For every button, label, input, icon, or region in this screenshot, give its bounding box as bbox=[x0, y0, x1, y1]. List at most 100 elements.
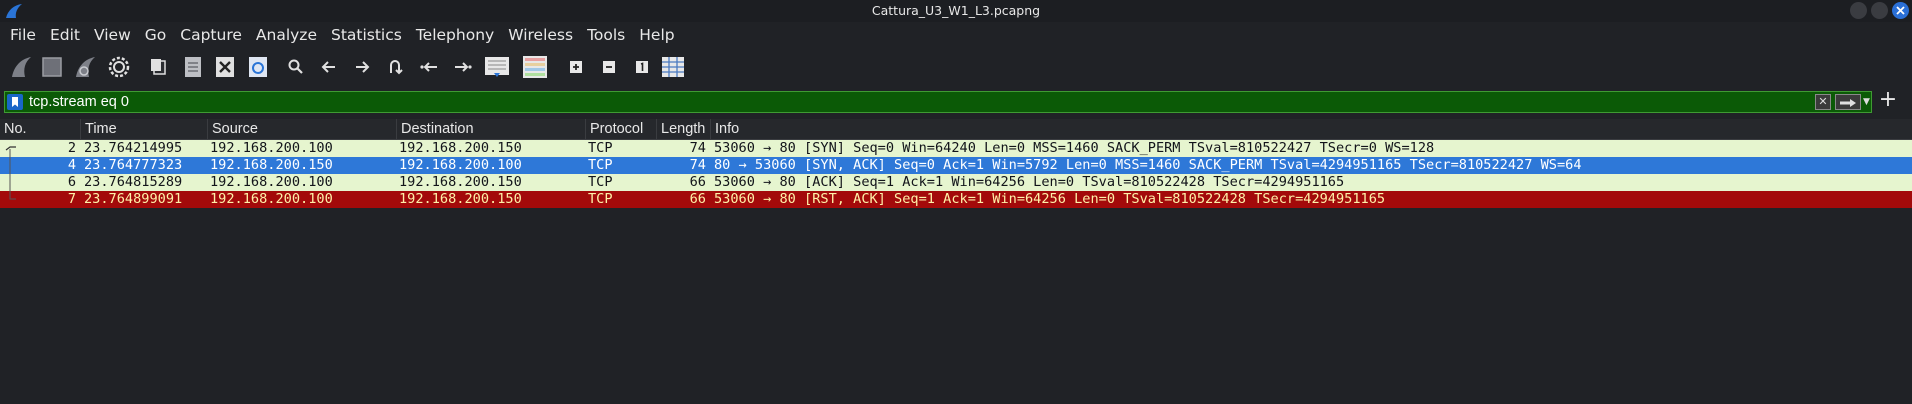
packet-number: 2 bbox=[67, 140, 76, 156]
packet-time: 23.764214995 bbox=[84, 140, 183, 156]
column-header-destination[interactable]: Destination bbox=[397, 119, 586, 139]
menu-help[interactable]: Help bbox=[625, 26, 674, 44]
packet-destination: 192.168.200.150 bbox=[399, 140, 522, 156]
filter-bookmark-button[interactable] bbox=[7, 94, 23, 110]
column-header-no[interactable]: No. bbox=[0, 119, 81, 139]
menu-edit[interactable]: Edit bbox=[36, 26, 80, 44]
packet-length: 74 bbox=[689, 157, 706, 173]
minimize-button[interactable] bbox=[1850, 2, 1867, 19]
save-file-button[interactable] bbox=[180, 54, 206, 80]
packet-time: 23.764815289 bbox=[84, 174, 183, 190]
packet-length: 74 bbox=[689, 140, 706, 156]
resize-columns-icon bbox=[662, 57, 684, 77]
clear-filter-button[interactable]: ✕ bbox=[1815, 94, 1831, 110]
go-first-packet-button[interactable] bbox=[416, 54, 442, 80]
packet-length: 66 bbox=[689, 174, 706, 190]
open-file-icon bbox=[151, 59, 166, 75]
packet-time: 23.764899091 bbox=[84, 191, 183, 207]
packet-row[interactable]: 7 23.764899091 192.168.200.100 192.168.2… bbox=[0, 191, 1912, 208]
packet-source: 192.168.200.100 bbox=[210, 191, 333, 207]
menu-capture[interactable]: Capture bbox=[166, 26, 242, 44]
packet-row[interactable]: 2 23.764214995 192.168.200.100 192.168.2… bbox=[0, 140, 1912, 157]
go-back-button[interactable] bbox=[316, 54, 342, 80]
start-capture-button[interactable] bbox=[8, 54, 34, 80]
capture-options-button[interactable] bbox=[106, 54, 132, 80]
column-header-source[interactable]: Source bbox=[208, 119, 397, 139]
zoom-out-button[interactable] bbox=[596, 54, 622, 80]
autoscroll-button[interactable] bbox=[484, 54, 510, 80]
reload-file-button[interactable] bbox=[245, 54, 271, 80]
go-to-packet-button[interactable] bbox=[382, 54, 408, 80]
title-bar: Cattura_U3_W1_L3.pcapng bbox=[0, 0, 1912, 22]
go-last-packet-button[interactable] bbox=[450, 54, 476, 80]
clear-icon: ✕ bbox=[1818, 95, 1828, 108]
packet-row[interactable]: 6 23.764815289 192.168.200.100 192.168.2… bbox=[0, 174, 1912, 191]
menu-telephony[interactable]: Telephony bbox=[402, 26, 494, 44]
packet-info: 53060 → 80 [RST, ACK] Seq=1 Ack=1 Win=64… bbox=[714, 191, 1386, 207]
restart-capture-button[interactable] bbox=[72, 54, 98, 80]
menu-file[interactable]: File bbox=[0, 26, 36, 44]
main-toolbar bbox=[0, 49, 1912, 85]
first-packet-icon bbox=[420, 62, 437, 72]
zoom-out-icon bbox=[603, 61, 615, 73]
normal-size-button[interactable] bbox=[629, 54, 655, 80]
arrow-right-icon bbox=[356, 61, 370, 73]
packet-info: 53060 → 80 [ACK] Seq=1 Ack=1 Win=64256 L… bbox=[714, 174, 1345, 190]
column-header-protocol[interactable]: Protocol bbox=[586, 119, 657, 139]
packet-destination: 192.168.200.150 bbox=[399, 174, 522, 190]
start-capture-icon bbox=[12, 57, 31, 77]
apply-filter-button[interactable] bbox=[1835, 94, 1861, 110]
close-window-button[interactable] bbox=[1892, 2, 1909, 19]
find-packet-button[interactable] bbox=[283, 54, 309, 80]
conversation-tree-icon bbox=[5, 146, 16, 200]
packet-protocol: TCP bbox=[588, 157, 613, 173]
column-header-time[interactable]: Time bbox=[81, 119, 208, 139]
menu-tools[interactable]: Tools bbox=[573, 26, 625, 44]
colorize-button[interactable] bbox=[522, 54, 548, 80]
stop-capture-icon bbox=[42, 57, 62, 77]
packet-protocol: TCP bbox=[588, 191, 613, 207]
column-header-length[interactable]: Length bbox=[657, 119, 711, 139]
normal-size-icon bbox=[636, 61, 648, 73]
window-title: Cattura_U3_W1_L3.pcapng bbox=[871, 3, 1041, 18]
menu-bar: File Edit View Go Capture Analyze Statis… bbox=[0, 22, 1912, 48]
packet-row-selected[interactable]: 4 23.764777323 192.168.200.150 192.168.2… bbox=[0, 157, 1912, 174]
colorize-icon bbox=[523, 56, 547, 78]
menu-statistics[interactable]: Statistics bbox=[317, 26, 402, 44]
menu-go[interactable]: Go bbox=[131, 26, 167, 44]
go-forward-button[interactable] bbox=[349, 54, 375, 80]
reload-file-icon bbox=[249, 57, 267, 77]
packet-number: 4 bbox=[67, 157, 76, 173]
save-file-icon bbox=[185, 57, 201, 77]
packet-protocol: TCP bbox=[588, 174, 613, 190]
last-packet-icon bbox=[455, 62, 472, 72]
packet-number: 6 bbox=[67, 174, 76, 190]
arrow-left-icon bbox=[321, 61, 335, 73]
menu-view[interactable]: View bbox=[80, 26, 131, 44]
packet-source: 192.168.200.100 bbox=[210, 140, 333, 156]
stop-capture-button[interactable] bbox=[39, 54, 65, 80]
close-file-button[interactable] bbox=[212, 54, 238, 80]
restart-capture-icon bbox=[76, 57, 95, 77]
packet-destination: 192.168.200.100 bbox=[399, 157, 522, 173]
add-filter-button-button[interactable]: + bbox=[1877, 88, 1899, 112]
arrow-right-icon bbox=[1840, 99, 1856, 107]
display-filter-bar: ✕ ▼ bbox=[4, 91, 1872, 113]
maximize-button[interactable] bbox=[1871, 2, 1888, 19]
resize-columns-button[interactable] bbox=[660, 54, 686, 80]
open-file-button[interactable] bbox=[146, 54, 172, 80]
packet-protocol: TCP bbox=[588, 140, 613, 156]
display-filter-input[interactable] bbox=[29, 93, 1769, 111]
packet-list-header: No. Time Source Destination Protocol Len… bbox=[0, 119, 1912, 140]
packet-source: 192.168.200.100 bbox=[210, 174, 333, 190]
column-header-info[interactable]: Info bbox=[711, 119, 1912, 139]
packet-source: 192.168.200.150 bbox=[210, 157, 333, 173]
menu-wireless[interactable]: Wireless bbox=[494, 26, 573, 44]
packet-list: 2 23.764214995 192.168.200.100 192.168.2… bbox=[0, 140, 1912, 208]
menu-analyze[interactable]: Analyze bbox=[242, 26, 317, 44]
packet-time: 23.764777323 bbox=[84, 157, 183, 173]
zoom-in-button[interactable] bbox=[563, 54, 589, 80]
packet-destination: 192.168.200.150 bbox=[399, 191, 522, 207]
filter-history-dropdown[interactable]: ▼ bbox=[1863, 96, 1873, 108]
gear-icon bbox=[108, 56, 130, 78]
